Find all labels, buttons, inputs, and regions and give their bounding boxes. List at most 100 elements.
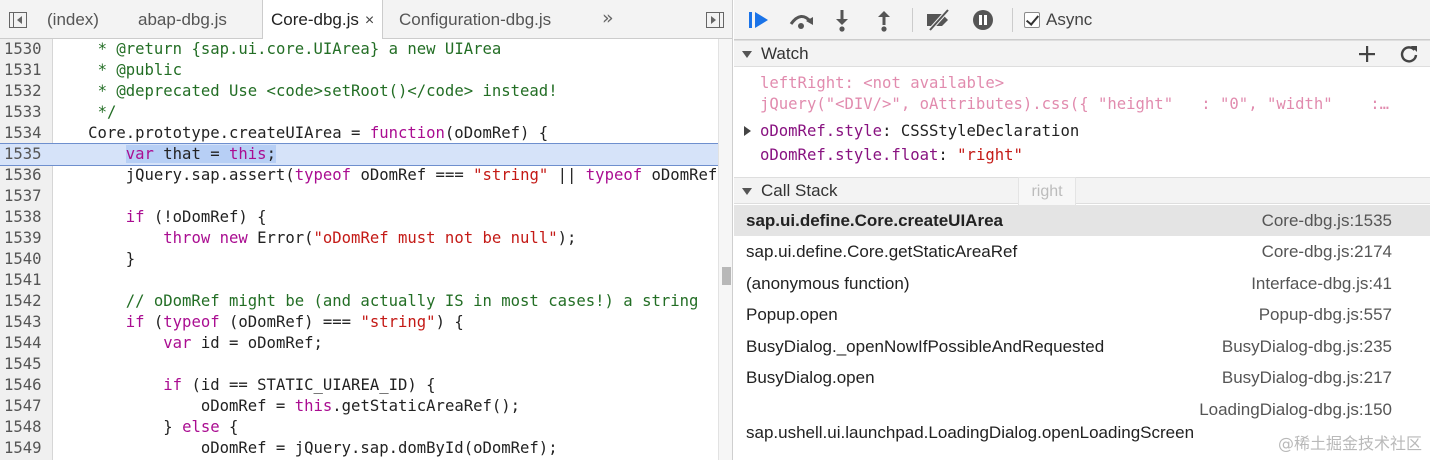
code-text: */ [60, 102, 117, 123]
tab-index[interactable]: (index) [47, 0, 99, 40]
more-tabs-icon[interactable]: » [602, 0, 614, 39]
call-frame[interactable]: Popup.open Popup-dbg.js:557 [734, 299, 1430, 330]
async-toggle[interactable]: Async [1024, 0, 1092, 40]
line-number[interactable]: 1538 [4, 207, 48, 228]
resume-button[interactable] [744, 0, 774, 40]
watch-expression[interactable]: jQuery("<DIV/>", oAttributes).css({ "hei… [734, 92, 1430, 116]
step-out-button[interactable] [870, 0, 898, 40]
call-frame[interactable]: BusyDialog._openNowIfPossibleAndRequeste… [734, 331, 1430, 362]
code-token: else [182, 418, 220, 436]
step-over-button[interactable] [784, 0, 818, 40]
call-frame[interactable]: sap.ui.define.Core.getStaticAreaRef Core-… [734, 236, 1430, 267]
frame-location-link[interactable]: Popup-dbg.js:557 [1259, 299, 1392, 330]
add-watch-button[interactable] [1356, 43, 1378, 65]
call-stack-section-header[interactable]: Call Stack [734, 177, 1430, 204]
call-frame-selected[interactable]: sap.ui.define.Core.createUIArea Core-dbg.… [734, 205, 1430, 236]
frame-location-link[interactable]: Core-dbg.js:1535 [1262, 205, 1392, 236]
line-number[interactable]: 1533 [4, 102, 48, 123]
line-number[interactable]: 1544 [4, 333, 48, 354]
call-frame[interactable]: sap.ushell.ui.launchpad.LoadingDialog.op… [734, 400, 1430, 442]
watch-expression[interactable]: oDomRef.style.float: "right" [734, 143, 1430, 167]
line-number[interactable]: 1540 [4, 249, 48, 270]
code-line[interactable]: 1542 // oDomRef might be (and actually I… [0, 291, 718, 312]
code-line[interactable]: 1549 oDomRef = jQuery.sap.domById(oDomRe… [0, 438, 718, 459]
watch-section-header[interactable]: Watch [734, 40, 1430, 67]
code-token: this [229, 145, 267, 163]
line-number[interactable]: 1536 [4, 165, 48, 186]
expand-triangle-icon[interactable] [744, 126, 751, 136]
code-token: */ [97, 103, 117, 121]
pause-on-exceptions-button[interactable] [968, 0, 998, 40]
frame-location-link[interactable]: Core-dbg.js:2174 [1262, 236, 1392, 267]
line-number[interactable]: 1542 [4, 291, 48, 312]
watch-expression[interactable]: oDomRef.style: CSSStyleDeclaration [734, 119, 1430, 143]
editor-scrollbar[interactable] [718, 39, 732, 460]
close-tab-icon[interactable]: × [365, 12, 374, 29]
frame-location-link[interactable]: Interface-dbg.js:41 [1251, 268, 1392, 299]
code-line[interactable]: 1545 [0, 354, 718, 375]
code-token: var [163, 334, 192, 352]
line-number[interactable]: 1535 [4, 144, 48, 165]
line-number[interactable]: 1549 [4, 438, 48, 459]
frame-location-link[interactable]: BusyDialog-dbg.js:235 [1222, 331, 1392, 362]
code-line[interactable]: 1540 } [0, 249, 718, 270]
line-number[interactable]: 1545 [4, 354, 48, 375]
code-token: if [163, 376, 183, 394]
line-number[interactable]: 1541 [4, 270, 48, 291]
call-frame[interactable]: BusyDialog.open BusyDialog-dbg.js:217 [734, 362, 1430, 393]
code-line[interactable]: 1538 if (!oDomRef) { [0, 207, 718, 228]
scrollbar-thumb[interactable] [722, 267, 731, 285]
code-line[interactable]: 1530 * @return {sap.ui.core.UIArea} a ne… [0, 39, 718, 60]
watch-title: Watch [761, 44, 809, 63]
line-number[interactable]: 1546 [4, 375, 48, 396]
code-line[interactable]: 1533 */ [0, 102, 718, 123]
toggle-navigator-icon[interactable] [0, 0, 36, 39]
line-number[interactable]: 1539 [4, 228, 48, 249]
async-checkbox[interactable] [1024, 12, 1040, 28]
code-token: oDomRef === [351, 166, 474, 184]
watch-expression-text: oDomRef.style.float: "right" [760, 143, 1023, 167]
frame-location-link[interactable]: BusyDialog-dbg.js:217 [1222, 362, 1392, 393]
code-line[interactable]: 1537 [0, 186, 718, 207]
watermark: @稀土掘金技术社区 [1277, 434, 1422, 453]
step-into-button[interactable] [828, 0, 856, 40]
call-frame[interactable]: (anonymous function) Interface-dbg.js:41 [734, 268, 1430, 299]
pause-exceptions-icon [973, 10, 993, 30]
code-line[interactable]: 1543 if (typeof (oDomRef) === "string") … [0, 312, 718, 333]
line-number[interactable]: 1531 [4, 60, 48, 81]
code-token: (id == STATIC_UIAREA_ID) { [182, 376, 436, 394]
line-number[interactable]: 1532 [4, 81, 48, 102]
watch-separator: : [938, 146, 958, 164]
code-token: typeof [294, 166, 352, 184]
line-number[interactable]: 1548 [4, 417, 48, 438]
code-token: { [219, 418, 239, 436]
code-line[interactable]: 1536 jQuery.sap.assert(typeof oDomRef ==… [0, 165, 718, 186]
code-line[interactable]: 1534 Core.prototype.createUIArea = funct… [0, 123, 718, 144]
code-token: // oDomRef might be (and actually IS in … [125, 292, 699, 310]
line-number[interactable]: 1547 [4, 396, 48, 417]
code-line[interactable]: 1539 throw new Error("oDomRef must not b… [0, 228, 718, 249]
code-line[interactable]: 1548 } else { [0, 417, 718, 438]
code-line[interactable]: 1541 [0, 270, 718, 291]
code-line[interactable]: 1547 oDomRef = this.getStaticAreaRef(); [0, 396, 718, 417]
code-line[interactable]: 1544 var id = oDomRef; [0, 333, 718, 354]
line-number[interactable]: 1543 [4, 312, 48, 333]
code-token: * @return {sap.ui.core.UIArea} a new UIA… [97, 40, 502, 58]
code-view[interactable]: 1530 * @return {sap.ui.core.UIArea} a ne… [0, 39, 718, 460]
line-number[interactable]: 1530 [4, 39, 48, 60]
code-line[interactable]: 1531 * @public [0, 60, 718, 81]
execution-line[interactable]: 1535 var that = this; [0, 143, 718, 166]
deactivate-breakpoints-button[interactable] [922, 0, 956, 40]
tab-abap-dbg[interactable]: abap-dbg.js [138, 0, 227, 40]
frame-function-name: Popup.open [746, 305, 838, 324]
code-line[interactable]: 1546 if (id == STATIC_UIAREA_ID) { [0, 375, 718, 396]
line-number[interactable]: 1534 [4, 123, 48, 144]
frame-location-link[interactable]: LoadingDialog-dbg.js:150 [1199, 394, 1392, 425]
tab-configuration-dbg[interactable]: Configuration-dbg.js [399, 0, 551, 40]
code-line[interactable]: 1532 * @deprecated Use <code>setRoot()</… [0, 81, 718, 102]
tab-core-dbg[interactable]: Core-dbg.js × [262, 0, 384, 40]
refresh-watch-button[interactable] [1398, 43, 1420, 65]
toggle-debugger-icon[interactable] [697, 0, 732, 39]
line-number[interactable]: 1537 [4, 186, 48, 207]
